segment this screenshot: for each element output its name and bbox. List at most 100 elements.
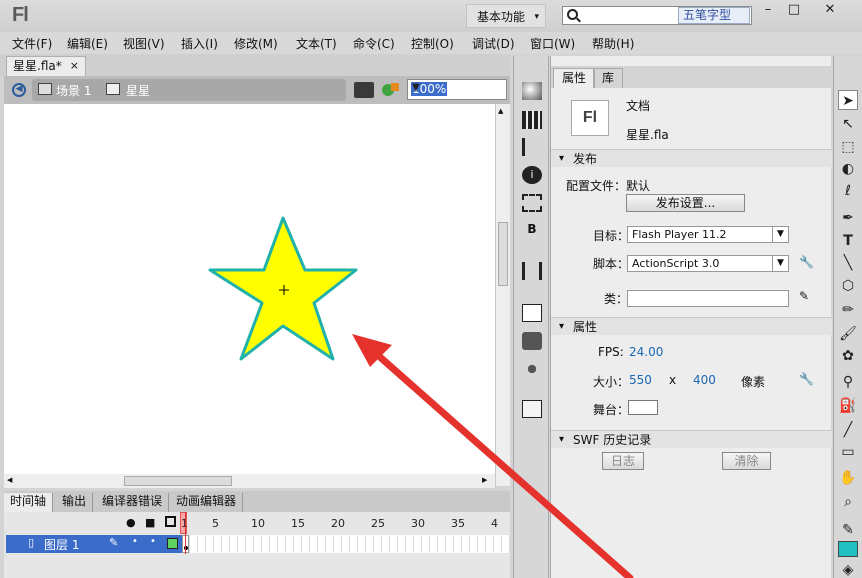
tab-output[interactable]: 输出 (56, 493, 94, 512)
document-fl-icon: Fl (571, 100, 609, 136)
menu-insert[interactable]: 插入(I) (181, 35, 218, 52)
tab-motion-editor[interactable]: 动画编辑器 (170, 493, 244, 512)
document-tab[interactable]: 星星.fla* × (6, 56, 86, 76)
code-snippets-icon[interactable]: B (522, 222, 542, 240)
wrench-icon[interactable]: 🔧 (799, 255, 814, 269)
edit-symbols-icon[interactable] (380, 81, 402, 99)
hand-icon[interactable]: ✋ (838, 468, 858, 488)
selection-icon[interactable]: ➤ (838, 90, 858, 110)
scroll-up-icon[interactable]: ▲ (498, 107, 503, 115)
pencil-icon[interactable]: ✏ (838, 300, 858, 320)
tab-properties[interactable]: 属性 (553, 68, 596, 88)
wrench-icon[interactable]: 🔧 (799, 372, 814, 386)
layer-name[interactable]: 图层 1 (44, 536, 79, 553)
frame-grid[interactable] (182, 535, 510, 553)
rectangle-icon[interactable]: ⬡ (838, 276, 858, 296)
menu-file[interactable]: 文件(F) (12, 35, 52, 52)
paint-bucket-icon[interactable]: ⛽ (838, 396, 858, 416)
close-button[interactable]: ✕ (818, 2, 842, 20)
section-swf-history[interactable]: SWF 历史记录 (551, 430, 832, 449)
menu-text[interactable]: 文本(T) (296, 35, 337, 52)
height-value[interactable]: 400 (693, 373, 716, 387)
align-icon[interactable] (522, 138, 542, 156)
menu-modify[interactable]: 修改(M) (234, 35, 278, 52)
actions-icon[interactable] (522, 304, 542, 322)
section-publish[interactable]: 发布 (551, 149, 832, 168)
tab-timeline[interactable]: 时间轴 (4, 493, 54, 512)
target-label: 目标： (593, 229, 630, 243)
scroll-thumb[interactable] (498, 222, 508, 286)
pencil-icon[interactable]: ✎ (799, 289, 813, 303)
scroll-right-icon[interactable]: ▶ (482, 476, 487, 484)
layer-selected[interactable]: ▯ 图层 1 ✎ • • (6, 535, 182, 553)
star-shape-fill[interactable] (208, 216, 358, 361)
width-value[interactable]: 550 (629, 373, 652, 387)
edit-scene-icon[interactable] (354, 82, 374, 98)
stage-vertical-scrollbar[interactable]: ▲ (495, 104, 510, 486)
frame-number: 30 (411, 517, 425, 530)
menu-help[interactable]: 帮助(H) (592, 35, 634, 52)
free-transform-icon[interactable]: ⬚ (838, 137, 858, 157)
breadcrumb-scene[interactable]: 场景 1 (56, 82, 91, 99)
fill-color-swatch[interactable] (838, 541, 858, 557)
subselection-icon[interactable]: ↖ (838, 114, 858, 134)
fill-color-icon[interactable]: ◈ (838, 560, 858, 578)
publish-settings-button[interactable]: 发布设置... (626, 194, 745, 212)
section-properties[interactable]: 属性 (551, 317, 832, 336)
class-input[interactable] (627, 290, 789, 307)
minimize-button[interactable]: – (756, 2, 780, 20)
library-icon[interactable] (522, 262, 542, 280)
line-icon[interactable]: ╲ (838, 253, 858, 273)
menu-view[interactable]: 视图(V) (123, 35, 165, 52)
color-panel-icon[interactable] (522, 82, 542, 100)
text-icon[interactable]: T (838, 231, 858, 251)
back-arrow-icon[interactable]: ◀ (12, 83, 26, 97)
menu-commands[interactable]: 命令(C) (353, 35, 395, 52)
zoom-icon[interactable]: ⌕ (838, 492, 858, 512)
menu-control[interactable]: 控制(O) (411, 35, 454, 52)
layer-row[interactable]: ▯ 图层 1 ✎ • • (4, 512, 510, 572)
components-icon[interactable] (522, 332, 542, 350)
3d-rotation-icon[interactable]: ◐ (838, 159, 858, 179)
eyedropper-icon[interactable]: ╱ (838, 420, 858, 440)
tab-library[interactable]: 库 (593, 68, 624, 88)
script-select[interactable]: ActionScript 3.0 ▼ (627, 255, 789, 272)
target-select[interactable]: Flash Player 11.2 ▼ (627, 226, 789, 243)
menu-window[interactable]: 窗口(W) (530, 35, 575, 52)
clear-button[interactable]: 清除 (722, 452, 771, 470)
lock-dot-icon[interactable]: • (150, 536, 156, 547)
scroll-left-icon[interactable]: ◀ (7, 476, 12, 484)
deco-icon[interactable]: ✿ (838, 346, 858, 366)
star-shape[interactable] (4, 104, 495, 474)
brush-icon[interactable]: 🖌 (838, 324, 858, 344)
lasso-icon[interactable]: ℓ (838, 181, 858, 201)
zoom-select[interactable]: 100% ▼ (407, 79, 507, 100)
lock-icon[interactable]: ■ (145, 516, 155, 529)
project-icon[interactable] (522, 400, 542, 418)
scroll-thumb[interactable] (124, 476, 232, 486)
bone-icon[interactable]: ⚲ (838, 372, 858, 392)
motion-presets-icon[interactable] (522, 360, 542, 378)
stage-horizontal-scrollbar[interactable]: ◀ ▶ (4, 474, 495, 488)
breadcrumb-symbol[interactable]: 星星 (126, 82, 150, 99)
log-button[interactable]: 日志 (602, 452, 644, 470)
menu-edit[interactable]: 编辑(E) (67, 35, 108, 52)
maximize-button[interactable]: □ (782, 2, 806, 20)
info-icon[interactable]: i (522, 166, 542, 184)
workspace-switcher[interactable]: 基本功能 ▾ (466, 4, 546, 28)
stage-color-swatch[interactable] (628, 400, 658, 415)
transform-icon[interactable] (522, 194, 542, 212)
menu-debug[interactable]: 调试(D) (472, 35, 515, 52)
swatches-icon[interactable] (522, 111, 542, 129)
pen-icon[interactable]: ✒ (838, 208, 858, 228)
eye-icon[interactable]: ● (126, 516, 136, 529)
tab-compiler-errors[interactable]: 编译器错误 (96, 493, 170, 512)
outline-icon[interactable] (165, 516, 176, 527)
fps-value[interactable]: 24.00 (629, 345, 663, 359)
eraser-icon[interactable]: ▭ (838, 442, 858, 462)
stage-canvas[interactable] (4, 104, 495, 474)
layer-outline-swatch[interactable] (167, 538, 178, 549)
stroke-color-icon[interactable]: ✎ (838, 520, 858, 540)
close-icon[interactable]: × (70, 57, 79, 75)
visibility-dot-icon[interactable]: • (132, 536, 138, 547)
